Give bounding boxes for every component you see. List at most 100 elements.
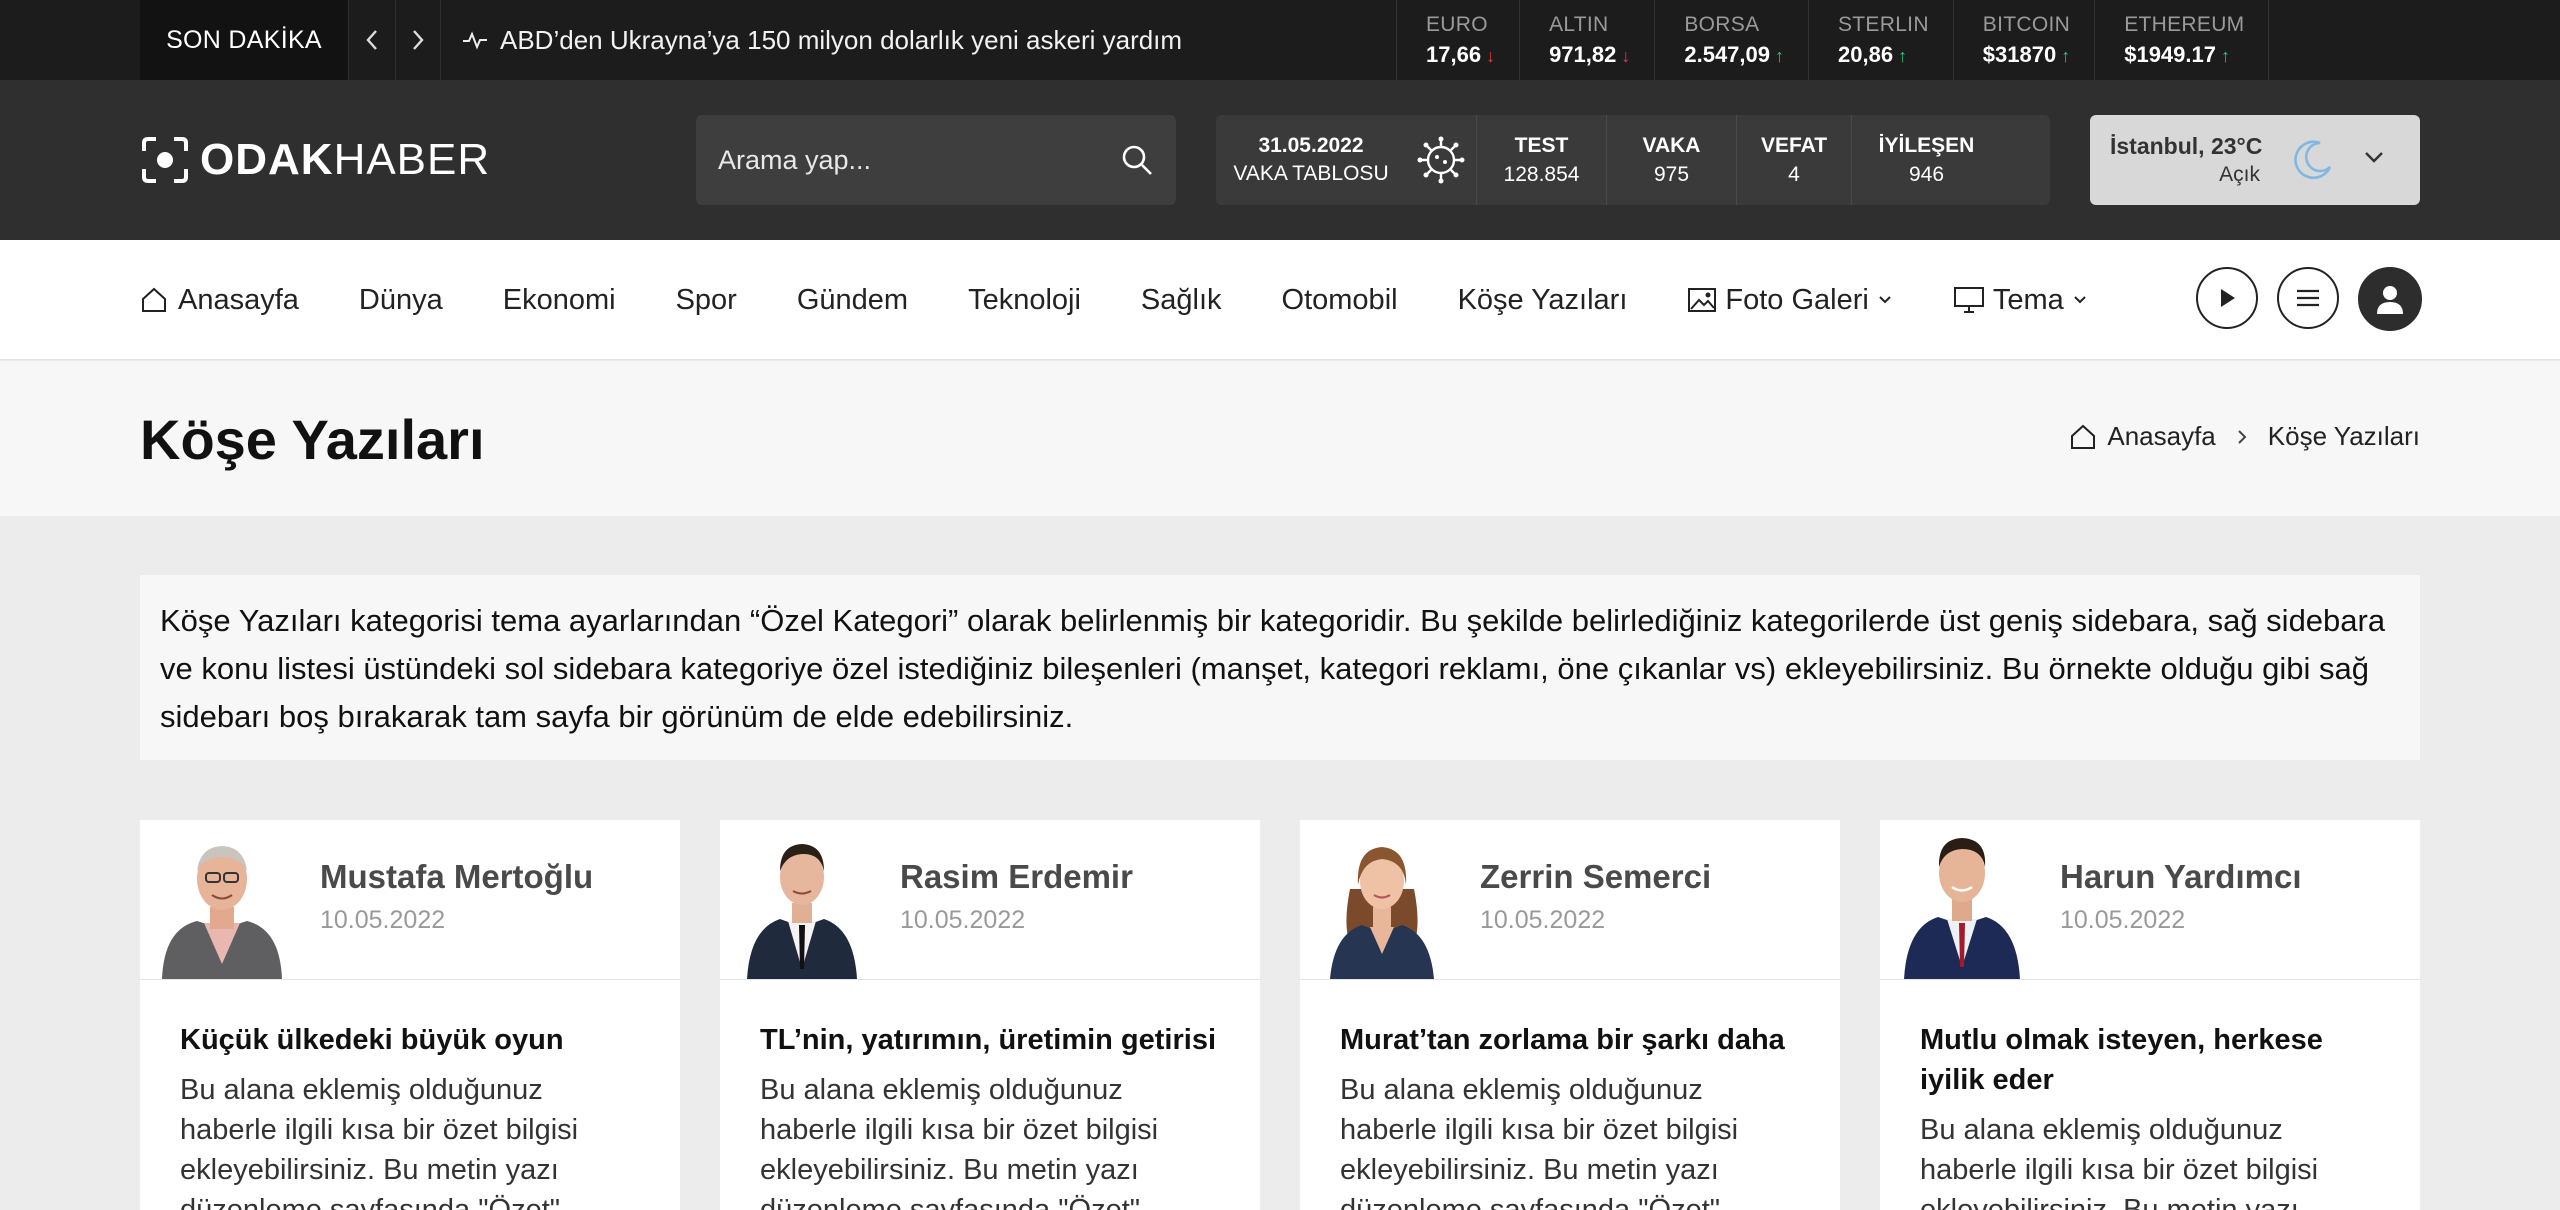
user-button[interactable] — [2358, 267, 2422, 331]
market-name: BITCOIN — [1982, 13, 2071, 36]
arrow-up-icon: ↑ — [2220, 46, 2230, 66]
home-icon — [2071, 424, 2096, 449]
market-value: 2.547,09 — [1684, 42, 1770, 67]
breadcrumb-home[interactable]: Anasayfa — [2107, 421, 2215, 452]
chevron-down-icon[interactable] — [2362, 145, 2386, 169]
market-name: STERLIN — [1838, 13, 1929, 36]
post-date: 10.05.2022 — [320, 906, 446, 934]
post-excerpt: Bu alana eklemiş olduğunuz haberle ilgil… — [1340, 1074, 1739, 1210]
nav-label: Foto Galeri — [1725, 283, 1869, 316]
post-date: 10.05.2022 — [1480, 906, 1606, 934]
post-title[interactable]: Murat’tan zorlama bir şarkı daha — [1340, 1020, 1800, 1060]
arrow-up-icon: ↑ — [2061, 46, 2071, 66]
avatar — [1892, 829, 2032, 979]
nav-item-ekonomi[interactable]: Ekonomi — [503, 284, 616, 317]
search-box[interactable] — [696, 115, 1176, 205]
chevron-right-icon — [413, 30, 424, 50]
post-excerpt: Bu alana eklemiş olduğunuz haberle ilgil… — [760, 1074, 1159, 1210]
weather-city: İstanbul, 23°C — [2110, 133, 2263, 159]
category-description: Köşe Yazıları kategorisi tema ayarlarınd… — [140, 575, 2420, 760]
avatar — [732, 829, 872, 979]
menu-button[interactable] — [2277, 267, 2339, 329]
arrow-up-icon: ↑ — [1898, 46, 1908, 66]
play-button[interactable] — [2196, 267, 2258, 329]
market-ethereum[interactable]: ETHEREUM $1949.17 ↑ — [2095, 0, 2270, 80]
image-icon — [1688, 288, 1717, 312]
post-excerpt: Bu alana eklemiş olduğunuz haberle ilgil… — [1920, 1114, 2319, 1210]
logo-mark-icon — [142, 137, 188, 183]
breaking-news-label: SON DAKİKA — [140, 0, 348, 80]
market-euro[interactable]: EURO 17,66 ↓ — [1397, 0, 1521, 80]
headline-text: ABD’den Ukrayna’ya 150 milyon dolarlık y… — [500, 24, 1183, 55]
market-altin[interactable]: ALTIN 971,82 ↓ — [1520, 0, 1656, 80]
nav-item-spor[interactable]: Spor — [676, 284, 737, 317]
post-title[interactable]: Küçük ülkedeki büyük oyun — [180, 1020, 640, 1060]
author-name[interactable]: Mustafa Mertoğlu — [320, 858, 593, 896]
covid-date: 31.05.2022 VAKA TABLOSU — [1233, 134, 1389, 185]
nav-label: Teknoloji — [968, 283, 1081, 316]
hamburger-icon — [2297, 289, 2319, 307]
moon-icon — [2294, 140, 2332, 180]
ticker-bar: SON DAKİKA ABD’den Ukrayna’ya 150 milyon… — [0, 0, 2560, 80]
market-value: 20,86 — [1838, 42, 1894, 67]
nav-item-gundem[interactable]: Gündem — [797, 284, 908, 317]
author-card[interactable]: Zerrin Semerci 10.05.2022 Murat’tan zorl… — [1300, 820, 1840, 1210]
nav-item-anasayfa[interactable]: Anasayfa — [140, 284, 299, 317]
site-header: ODAKHABER 31.05.2022 VAKA TABLOSU TEST12… — [0, 80, 2560, 240]
nav-label: Dünya — [358, 283, 443, 316]
nav-item-dunya[interactable]: Dünya — [359, 284, 443, 317]
author-name[interactable]: Harun Yardımcı — [2060, 858, 2302, 896]
play-icon — [2221, 289, 2235, 307]
chevron-down-icon — [1879, 296, 1891, 304]
market-value: $1949.17 — [2124, 42, 2216, 67]
nav-item-tema[interactable]: Tema — [1953, 284, 2088, 317]
market-name: ETHEREUM — [2124, 13, 2245, 36]
chevron-right-icon — [2238, 429, 2247, 444]
nav-item-foto-galeri[interactable]: Foto Galeri — [1687, 284, 1892, 317]
nav-item-teknoloji[interactable]: Teknoloji — [968, 284, 1081, 317]
search-input[interactable] — [718, 144, 1120, 176]
ticker-next-button[interactable] — [395, 0, 441, 80]
user-icon — [2377, 286, 2403, 314]
home-icon — [142, 287, 166, 312]
avatar — [1312, 829, 1452, 979]
nav-item-otomobil[interactable]: Otomobil — [1282, 284, 1398, 317]
avatar — [152, 829, 292, 979]
market-value: $31870 — [1982, 42, 2057, 67]
breadcrumb-current: Köşe Yazıları — [2267, 421, 2420, 451]
ticker-prev-button[interactable] — [348, 0, 394, 80]
nav-label: Otomobil — [1281, 283, 1398, 316]
market-value: 971,82 — [1549, 42, 1617, 67]
author-card[interactable]: Rasim Erdemir 10.05.2022 TL’nin, yatırım… — [720, 820, 1260, 1210]
post-title[interactable]: Mutlu olmak isteyen, herkese iyilik eder — [1920, 1020, 2380, 1100]
site-logo[interactable]: ODAKHABER — [140, 132, 490, 188]
covid-stat-iyilesen: İYİLEŞEN 946 — [1851, 115, 2001, 205]
author-card[interactable]: Harun Yardımcı 10.05.2022 Mutlu olmak is… — [1880, 820, 2420, 1210]
market-ticker: EURO 17,66 ↓ ALTIN 971,82 ↓ BORSA 2.547,09… — [1396, 0, 2270, 80]
page-heading: Köşe Yazıları Anasayfa Köşe Yazıları — [0, 361, 2560, 516]
nav-item-saglik[interactable]: Sağlık — [1141, 284, 1222, 317]
nav-label: Sağlık — [1140, 283, 1222, 316]
ticker-headline[interactable]: ABD’den Ukrayna’ya 150 milyon dolarlık y… — [462, 0, 1182, 80]
post-title[interactable]: TL’nin, yatırımın, üretimin getirisi — [760, 1020, 1220, 1060]
author-name[interactable]: Zerrin Semerci — [1480, 858, 1711, 896]
nav-label: Spor — [675, 283, 737, 316]
search-icon[interactable] — [1120, 143, 1154, 177]
post-date: 10.05.2022 — [2060, 906, 2186, 934]
market-sterlin[interactable]: STERLIN 20,86 ↑ — [1809, 0, 1954, 80]
author-card[interactable]: Mustafa Mertoğlu 10.05.2022 Küçük ülkede… — [140, 820, 680, 1210]
covid-stat-vefat: VEFAT 4 — [1736, 115, 1851, 205]
author-name[interactable]: Rasim Erdemir — [900, 858, 1133, 896]
covid-table: 31.05.2022 VAKA TABLOSU TEST 128.854 VAKA… — [1216, 115, 2050, 205]
weather-widget[interactable]: İstanbul, 23°C Açık — [2090, 115, 2420, 205]
post-excerpt: Bu alana eklemiş olduğunuz haberle ilgil… — [180, 1074, 579, 1210]
nav-item-kose-yazilari[interactable]: Köşe Yazıları — [1458, 284, 1628, 317]
arrow-up-icon: ↑ — [1775, 46, 1784, 66]
pulse-icon — [463, 31, 487, 50]
market-borsa[interactable]: BORSA 2.547,09 ↑ — [1655, 0, 1809, 80]
logo-text: ODAKHABER — [200, 135, 491, 184]
virus-icon — [1406, 135, 1476, 185]
market-bitcoin[interactable]: BITCOIN $31870 ↑ — [1954, 0, 2096, 80]
breadcrumb: Anasayfa Köşe Yazıları — [2069, 421, 2420, 452]
nav-label: Köşe Yazıları — [1457, 283, 1628, 316]
